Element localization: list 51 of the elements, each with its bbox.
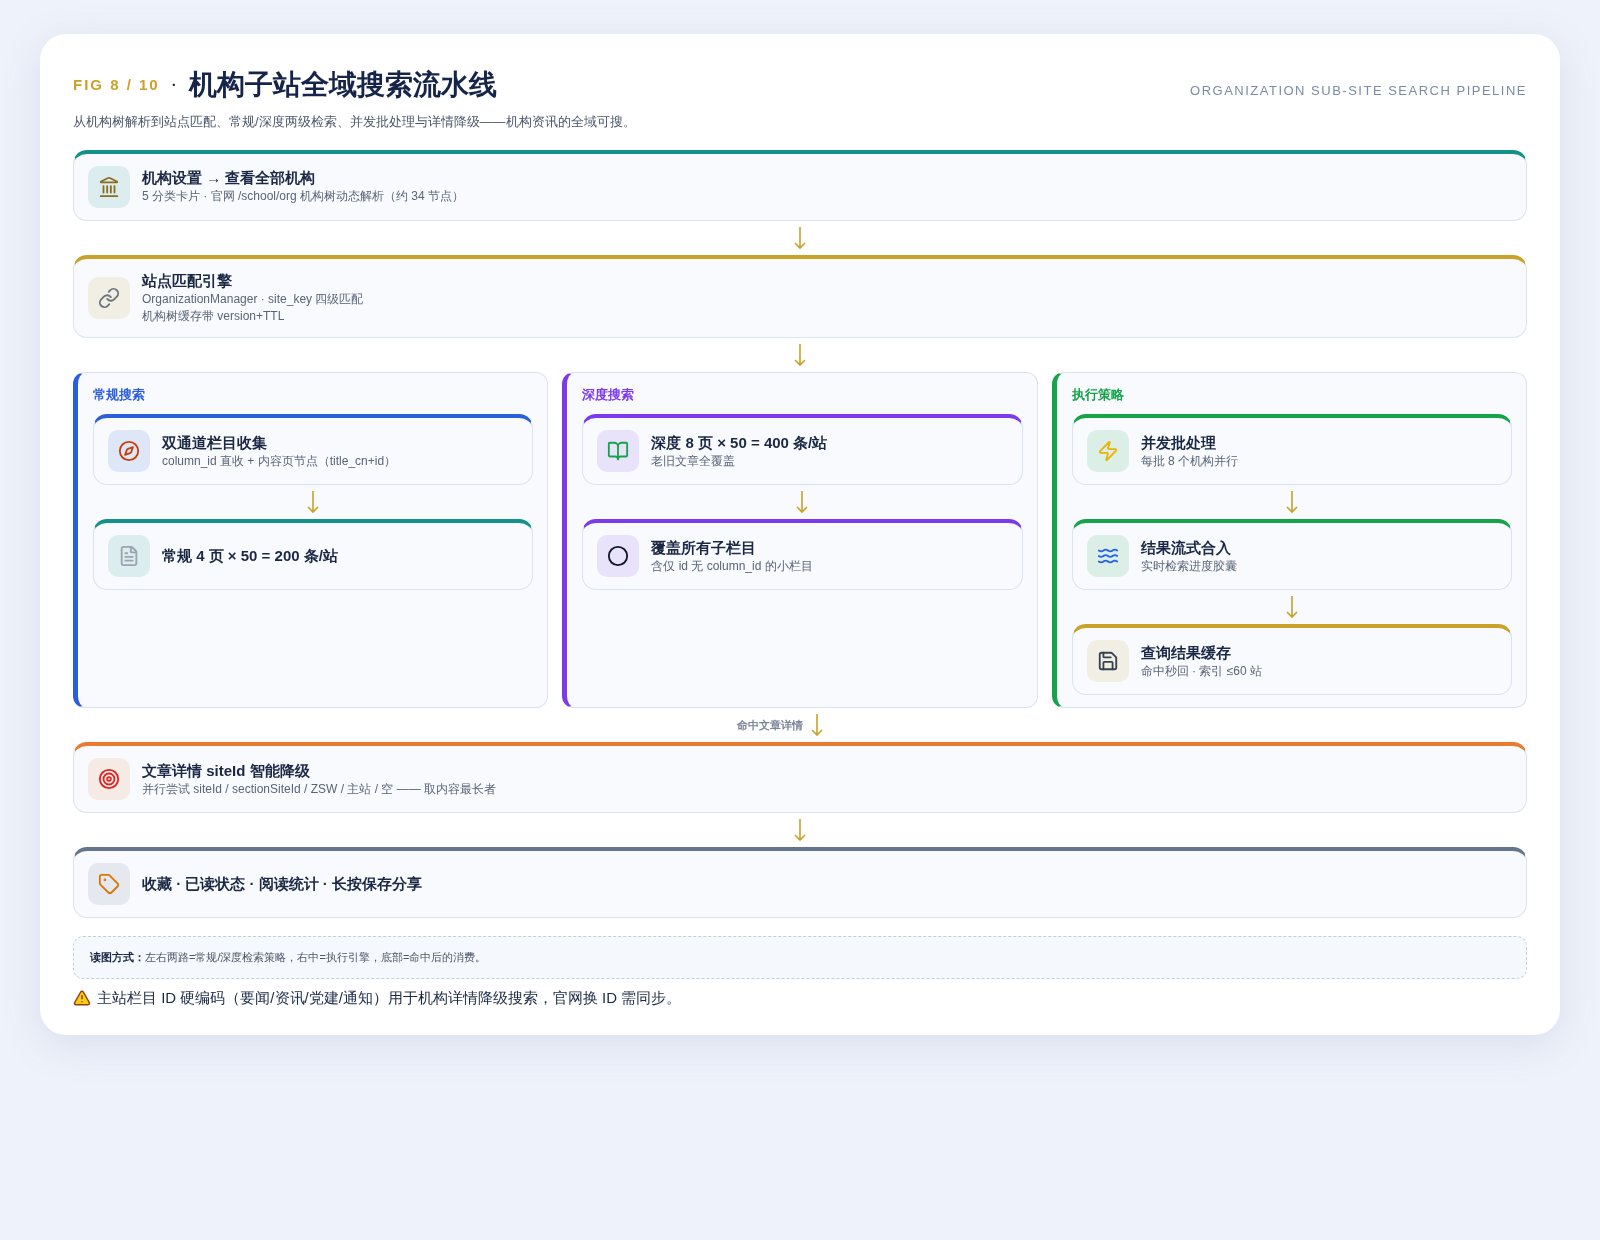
- arrow-icon: [1285, 490, 1298, 514]
- arrow-icon: [794, 225, 806, 250]
- step-detail: 含仅 id 无 column_id 的小栏目: [651, 557, 813, 575]
- step-detail: 每批 8 个机构并行: [1140, 452, 1238, 470]
- arrow-icon: [1285, 595, 1298, 619]
- step-detail: 命中秒回 · 索引 ≤60 站: [1140, 662, 1262, 680]
- figure-title: 机构子站全域搜索流水线: [188, 68, 497, 102]
- step-title: 深度 8 页 × 50 = 400 条/站: [651, 432, 828, 453]
- step-title: 结果流式合入: [1140, 537, 1232, 558]
- step-title: 收藏 · 已读状态 · 阅读统计 · 长按保存分享: [142, 874, 422, 894]
- step-detail: 并行尝试 siteId / sectionSiteId / ZSW / 主站 / 空 —— 取内容最长者: [142, 780, 497, 798]
- step-title: 查询结果缓存: [1140, 642, 1232, 663]
- step-title: 并发批处理: [1140, 432, 1217, 453]
- warning-icon: [73, 988, 91, 1007]
- book-icon: [597, 430, 640, 472]
- arrow-icon: [796, 490, 809, 514]
- warning-text: 主站栏目 ID 硬编码（要闻/资讯/党建/通知）用于机构详情降级搜索，官网换 ID 需同步。: [97, 987, 682, 1008]
- arrow-icon: [794, 818, 806, 842]
- target-icon: [88, 758, 130, 800]
- column-title: 常规搜索: [93, 385, 146, 404]
- step-title: 覆盖所有子栏目: [651, 537, 758, 558]
- link-icon: [88, 276, 130, 319]
- figure-subtitle: ORGANIZATION SUB-SITE SEARCH PIPELINE: [1190, 81, 1527, 100]
- step-detail: column_id 直收 + 内容页节点（title_cn+id）: [162, 452, 397, 470]
- step-title: 文章详情 siteId 智能降级: [142, 760, 311, 781]
- column-title: 深度搜索: [582, 385, 636, 404]
- separator: ·: [171, 74, 177, 95]
- tag-icon: [88, 863, 130, 905]
- step-detail: 实时检索进度胶囊: [1140, 557, 1237, 575]
- step-title: 站点匹配引擎: [142, 270, 233, 291]
- step-title: 常规 4 页 × 50 = 200 条/站: [162, 546, 338, 566]
- wave-icon: [1086, 535, 1129, 577]
- landmark-icon: [88, 165, 130, 208]
- step-title: 机构设置 → 查看全部机构: [142, 168, 317, 188]
- compass-icon: [108, 430, 150, 472]
- lightning-icon: [1086, 430, 1129, 472]
- column-title: 执行策略: [1071, 385, 1125, 404]
- document-icon: [108, 535, 150, 577]
- step-detail: 老旧文章全覆盖: [651, 452, 737, 470]
- note-label: 读图方式：: [90, 951, 145, 963]
- figure-label: FIG 8 / 10: [73, 74, 160, 95]
- step-title: 双通道栏目收集: [162, 432, 268, 453]
- step-detail: 机构树缓存带 version+TTL: [142, 307, 286, 325]
- arrow-label: 命中文章详情: [737, 717, 803, 733]
- note-text: 左右两路=常规/深度检索策略，右中=执行引擎，底部=命中后的消费。: [145, 951, 487, 963]
- arrow-icon: [811, 713, 823, 737]
- arrow-icon: [794, 342, 806, 367]
- figure-description: 从机构树解析到站点匹配、常规/深度两级检索、并发批处理与详情降级——机构资讯的全域可搜。: [73, 113, 637, 131]
- step-detail: 5 分类卡片 · 官网 /school/org 机构树动态解析（约 34 节点）: [142, 188, 465, 205]
- step-detail: OrganizationManager · site_key 四级匹配: [142, 290, 364, 308]
- arrow-icon: [307, 490, 320, 514]
